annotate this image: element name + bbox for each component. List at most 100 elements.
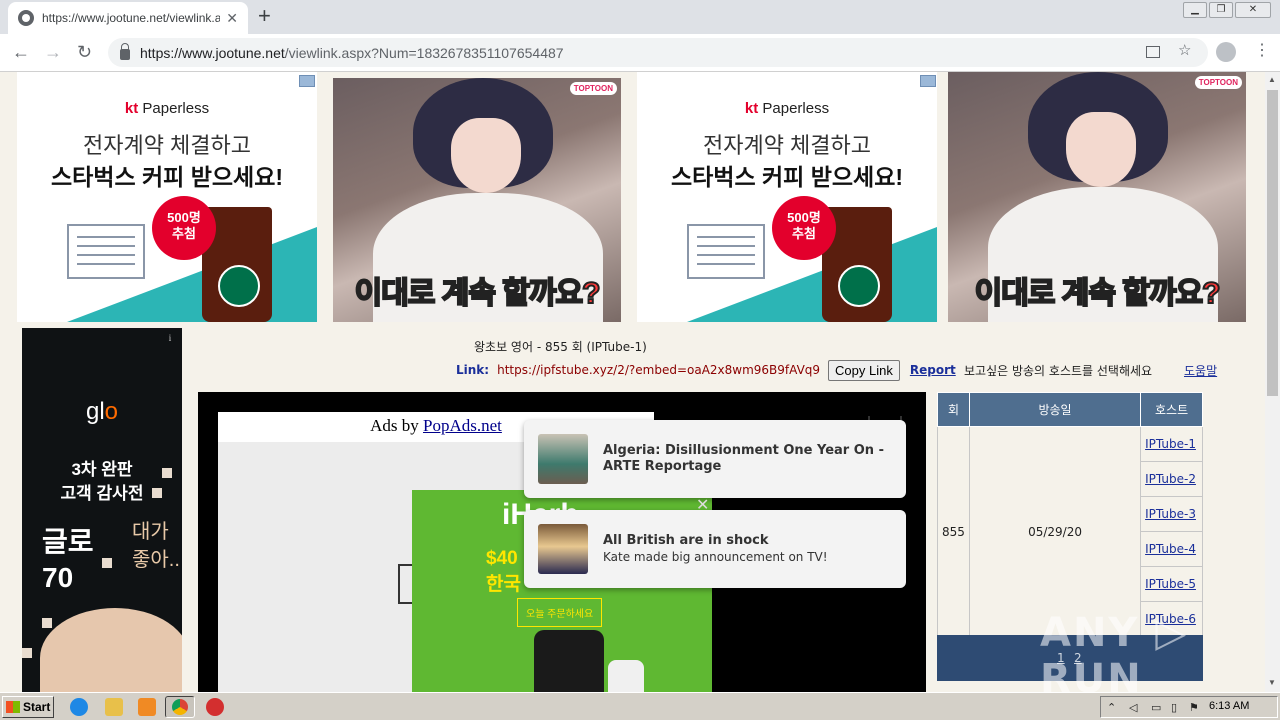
ad-choices-icon[interactable] — [920, 75, 936, 87]
document-illustration — [687, 224, 765, 279]
address-bar[interactable]: https://www.jootune.net/viewlink.aspx?Nu… — [108, 38, 1208, 67]
host-link-3[interactable]: IPTube-3 — [1145, 507, 1196, 521]
character-face — [451, 118, 521, 193]
new-tab-button[interactable]: + — [258, 5, 271, 27]
notification-title: All British are in shock — [603, 533, 769, 548]
date-cell: 05/29/20 — [968, 426, 1142, 637]
host-cell: IPTube-2 — [1140, 461, 1203, 497]
header-host: 호스트 — [1140, 392, 1203, 427]
host-link-5[interactable]: IPTube-5 — [1145, 577, 1196, 591]
toptoon-logo: TOPTOON — [1194, 76, 1242, 89]
header-episode: 회 — [937, 392, 970, 427]
host-cell: IPTube-3 — [1140, 496, 1203, 532]
network-icon[interactable]: ▭ — [1151, 701, 1161, 714]
pixel-decoration — [162, 468, 172, 478]
kt-paperless-ad[interactable]: kt Paperless 전자계약 체결하고 스타벅스 커피 받으세요! 500… — [17, 72, 317, 322]
host-instruction: 보고싶은 방송의 호스트를 선택해세요 — [964, 364, 1153, 378]
iherb-order-button[interactable]: 오늘 주문하세요 — [517, 598, 603, 627]
window-close-button[interactable]: ✕ — [1235, 2, 1271, 18]
character-face — [40, 608, 182, 692]
start-button[interactable]: Start — [2, 696, 54, 718]
popads-link[interactable]: PopAds.net — [423, 416, 502, 435]
bookmark-star-icon[interactable]: ☆ — [1178, 41, 1191, 59]
browser-title-bar: https://www.jootune.net/viewlink.a ✕ + ▁… — [0, 0, 1280, 34]
scroll-up-arrow-icon[interactable]: ▲ — [1268, 75, 1276, 84]
ad-headline: 3차 완판 고객 감사전 — [60, 460, 144, 503]
supplement-bottle — [608, 660, 644, 692]
host-table: 회 방송일 호스트 855 05/29/20 IPTube-1 IPTube-2… — [937, 392, 1203, 637]
profile-avatar[interactable] — [1216, 42, 1236, 62]
url-domain: https://www.jootune.net — [140, 44, 285, 61]
browser-menu-icon[interactable]: ⋮ — [1254, 40, 1270, 60]
scrollbar-thumb[interactable] — [1267, 90, 1278, 396]
start-label: Start — [23, 700, 51, 714]
iherb-promo: $40 한국 — [486, 548, 521, 595]
notification-thumbnail — [538, 524, 588, 574]
table-header-row: 회 방송일 호스트 — [937, 392, 1203, 427]
episode-title: 왕초보 영어 - 855 회 (IPTube-1) — [474, 340, 647, 354]
web-page: kt Paperless 전자계약 체결하고 스타벅스 커피 받으세요! 500… — [0, 72, 1265, 692]
ad-headline: 전자계약 체결하고 — [82, 133, 252, 158]
kt-logo: kt Paperless — [744, 100, 830, 117]
help-link[interactable]: 도움말 — [1184, 362, 1217, 379]
window-maximize-button[interactable]: ❐ — [1209, 2, 1233, 18]
push-notification-1[interactable]: Algeria: Disillusionment One Year On - A… — [524, 420, 906, 498]
chrome-taskbar-button[interactable] — [165, 696, 195, 718]
raffle-badge: 500명 추첨 — [772, 196, 836, 260]
link-row: Link: https://ipfstube.xyz/2/?embed=oaA2… — [456, 359, 956, 381]
toptoon-comic-ad-2[interactable]: TOPTOON 이대로 계속 할까요? — [948, 72, 1246, 322]
notification-thumbnail — [538, 434, 588, 484]
reload-button[interactable]: ↻ — [77, 42, 92, 62]
media-player-icon[interactable] — [138, 698, 156, 716]
url-path: /viewlink.aspx?Num=1832678351107654487 — [284, 44, 564, 61]
copy-link-button[interactable]: Copy Link — [828, 359, 900, 381]
browser-tab[interactable]: https://www.jootune.net/viewlink.a ✕ — [8, 2, 248, 34]
kt-paperless-ad-2[interactable]: kt Paperless 전자계약 체결하고 스타벅스 커피 받으세요! 500… — [637, 72, 937, 322]
ad-side-text: 대가 좋아.. — [132, 521, 180, 571]
link-label: Link: — [456, 363, 490, 377]
document-illustration — [67, 224, 145, 279]
ad-choices-icon[interactable] — [299, 75, 315, 87]
host-link-4[interactable]: IPTube-4 — [1145, 542, 1196, 556]
ad-caption: 이대로 계속 할까요? — [974, 276, 1222, 311]
host-link-2[interactable]: IPTube-2 — [1145, 472, 1196, 486]
ad-subheadline: 스타벅스 커피 받으세요! — [50, 164, 284, 190]
header-date: 방송일 — [968, 392, 1142, 427]
page-scrollbar[interactable]: ▲ ▼ — [1265, 72, 1280, 692]
episode-cell: 855 — [937, 426, 970, 637]
anyrun-watermark: ANY ▷ RUN — [1040, 610, 1189, 692]
ad-caption: 이대로 계속 할까요? — [354, 276, 602, 311]
stop-icon[interactable] — [206, 698, 224, 716]
toptoon-logo: TOPTOON — [569, 82, 617, 95]
link-value[interactable]: https://ipfstube.xyz/2/?embed=oaA2x8wm96… — [497, 363, 820, 377]
globe-icon — [18, 10, 34, 26]
toptoon-comic-ad[interactable]: TOPTOON 이대로 계속 할까요? — [333, 78, 621, 322]
tab-close-icon[interactable]: ✕ — [226, 10, 238, 27]
host-cell: IPTube-1 — [1140, 426, 1203, 462]
flag-icon[interactable]: ⚑ — [1189, 701, 1199, 714]
system-tray: ⌃ ◁ ▭ ▯ ⚑ 6:13 AM — [1100, 696, 1278, 718]
tray-expand-icon[interactable]: ⌃ — [1107, 701, 1116, 714]
file-explorer-icon[interactable] — [105, 698, 123, 716]
back-button[interactable]: ← — [12, 42, 30, 62]
windows-logo-icon — [6, 701, 20, 713]
chrome-icon — [172, 699, 188, 715]
push-notification-2[interactable]: All British are in shock Kate made big a… — [524, 510, 906, 588]
browser-toolbar: ← → ↻ https://www.jootune.net/viewlink.a… — [0, 34, 1280, 72]
window-minimize-button[interactable]: ▁ — [1183, 2, 1207, 18]
kt-logo: kt Paperless — [124, 100, 210, 117]
taskbar-clock: 6:13 AM — [1209, 700, 1250, 712]
volume-icon[interactable]: ◁ — [1129, 701, 1137, 714]
ad-info-icon[interactable]: i — [164, 332, 176, 344]
host-link-1[interactable]: IPTube-1 — [1145, 437, 1196, 451]
forward-button[interactable]: → — [44, 42, 62, 62]
pixel-decoration — [42, 618, 52, 628]
scroll-down-arrow-icon[interactable]: ▼ — [1268, 678, 1276, 687]
hardware-icon[interactable]: ▯ — [1171, 701, 1177, 714]
glo-side-ad[interactable]: i glo 3차 완판 고객 감사전 글로 70 대가 좋아.. — [22, 328, 182, 692]
report-link[interactable]: Report — [910, 363, 956, 377]
internet-explorer-icon[interactable] — [70, 698, 88, 716]
notification-title: Algeria: Disillusionment One Year On - — [603, 443, 884, 458]
popup-blocked-icon[interactable] — [1146, 46, 1160, 58]
pixel-decoration — [152, 488, 162, 498]
